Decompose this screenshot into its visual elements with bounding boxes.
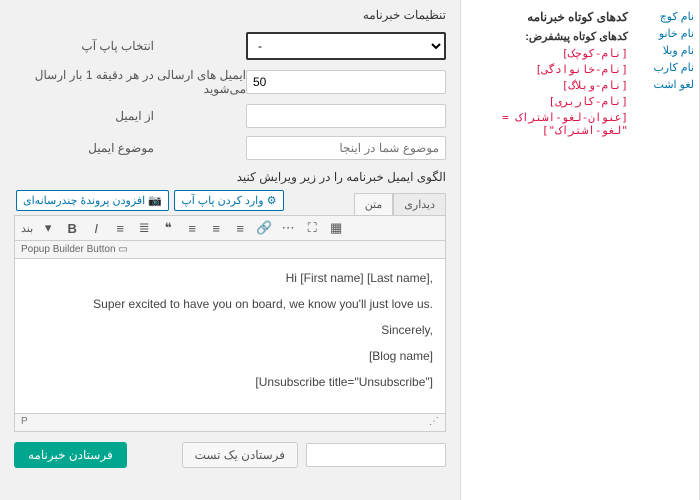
popup-select[interactable]: - (246, 32, 446, 60)
path-p: P (21, 416, 28, 429)
from-email-label: از ایمیل (14, 109, 154, 123)
shortcode-item[interactable]: [نام-کوچک] (473, 47, 628, 60)
fullscreen-button[interactable]: ⛶ (303, 220, 321, 236)
italic-button[interactable]: I (87, 221, 105, 236)
out-item: نام وبلا (645, 44, 694, 57)
shortcodes-sidebar: کدهای کوتاه خبرنامه کدهای کوتاه پیشفرض: … (460, 0, 640, 500)
align-left-button[interactable]: ≡ (183, 221, 201, 236)
editor-line: Super excited to have you on board, we k… (27, 297, 433, 311)
editor-content[interactable]: Hi [First name] [Last name], Super excit… (14, 259, 446, 414)
shortcode-output-column: نام کوچ نام خانو نام وبلا نام کارب لغو ا… (640, 0, 700, 500)
editor-toolbar: بند ▾ B I ≡ ≣ ❝ ≡ ≡ ≡ 🔗 ⋯ ⛶ ▦ (14, 215, 446, 241)
out-item: نام کوچ (645, 10, 694, 23)
from-email-input[interactable] (246, 104, 446, 128)
shortcode-item[interactable]: [نام-خانوادگی] (473, 63, 628, 76)
shortcode-item[interactable]: [عنوان-لغو-اشتراک = "لغو-اشتراک"] (473, 111, 628, 137)
out-item: نام خانو (645, 27, 694, 40)
emails-per-minute-label: ایمیل های ارسالی در هر دقیقه 1 بار ارسال… (14, 68, 246, 96)
chevron-down-icon[interactable]: ▾ (39, 220, 57, 236)
subject-label: موضوع ایمیل (14, 141, 154, 155)
main-panel: تنظیمات خبرنامه - انتخاب پاپ آپ ایمیل ها… (0, 0, 460, 500)
align-right-button[interactable]: ≡ (231, 221, 249, 236)
insert-popup-button[interactable]: ⚙ وارد کردن پاپ آپ (174, 190, 283, 211)
editor-line: [Blog name] (27, 349, 433, 363)
shortcode-item[interactable]: [نام-وبلاگ] (473, 79, 628, 92)
shortcode-item[interactable]: [نام-کاربری] (473, 95, 628, 108)
send-newsletter-button[interactable]: فرستادن خبرنامه (14, 442, 127, 468)
quote-button[interactable]: ❝ (159, 220, 177, 236)
number-list-button[interactable]: ≣ (135, 220, 153, 236)
tab-text[interactable]: متن (354, 193, 394, 215)
bold-button[interactable]: B (63, 221, 81, 236)
add-media-button[interactable]: 📷 افزودن پروندۀ چندرسانه‌ای (16, 190, 169, 211)
subject-input[interactable] (246, 136, 446, 160)
out-item: لغو اشت (645, 78, 694, 91)
editor-line: Sincerely, (27, 323, 433, 337)
popup-label: انتخاب پاپ آپ (14, 39, 154, 53)
align-center-button[interactable]: ≡ (207, 221, 225, 236)
sidebar-title: کدهای کوتاه خبرنامه (473, 10, 628, 24)
panel-title: تنظیمات خبرنامه (14, 8, 446, 22)
gear-icon: ⚙ (267, 195, 277, 207)
editor-line: [Unsubscribe title="Unsubscribe"] (27, 375, 433, 389)
toolbar-toggle-button[interactable]: ▦ (327, 220, 345, 236)
link-button[interactable]: 🔗 (255, 220, 273, 236)
media-icon: 📷 (148, 195, 162, 207)
tab-visual[interactable]: دیداری (393, 193, 446, 215)
editor-line: Hi [First name] [Last name], (27, 271, 433, 285)
send-test-button[interactable]: فرستادن یک تست (182, 442, 298, 468)
popup-builder-button[interactable]: Popup Builder Button ▭ (14, 241, 446, 259)
resize-handle-icon[interactable]: ⋰ (429, 416, 439, 429)
test-email-input[interactable] (306, 443, 446, 467)
editor-statusbar: P ⋰ (14, 414, 446, 432)
more-button[interactable]: ⋯ (279, 220, 297, 236)
out-item: نام کارب (645, 61, 694, 74)
editor-hint: الگوی ایمیل خبرنامه را در زیر ویرایش کنی… (14, 170, 446, 184)
emails-per-minute-input[interactable] (246, 70, 446, 94)
bullet-list-button[interactable]: ≡ (111, 221, 129, 236)
sidebar-subtitle: کدهای کوتاه پیشفرض: (473, 30, 628, 43)
paragraph-select[interactable]: بند (21, 222, 33, 235)
